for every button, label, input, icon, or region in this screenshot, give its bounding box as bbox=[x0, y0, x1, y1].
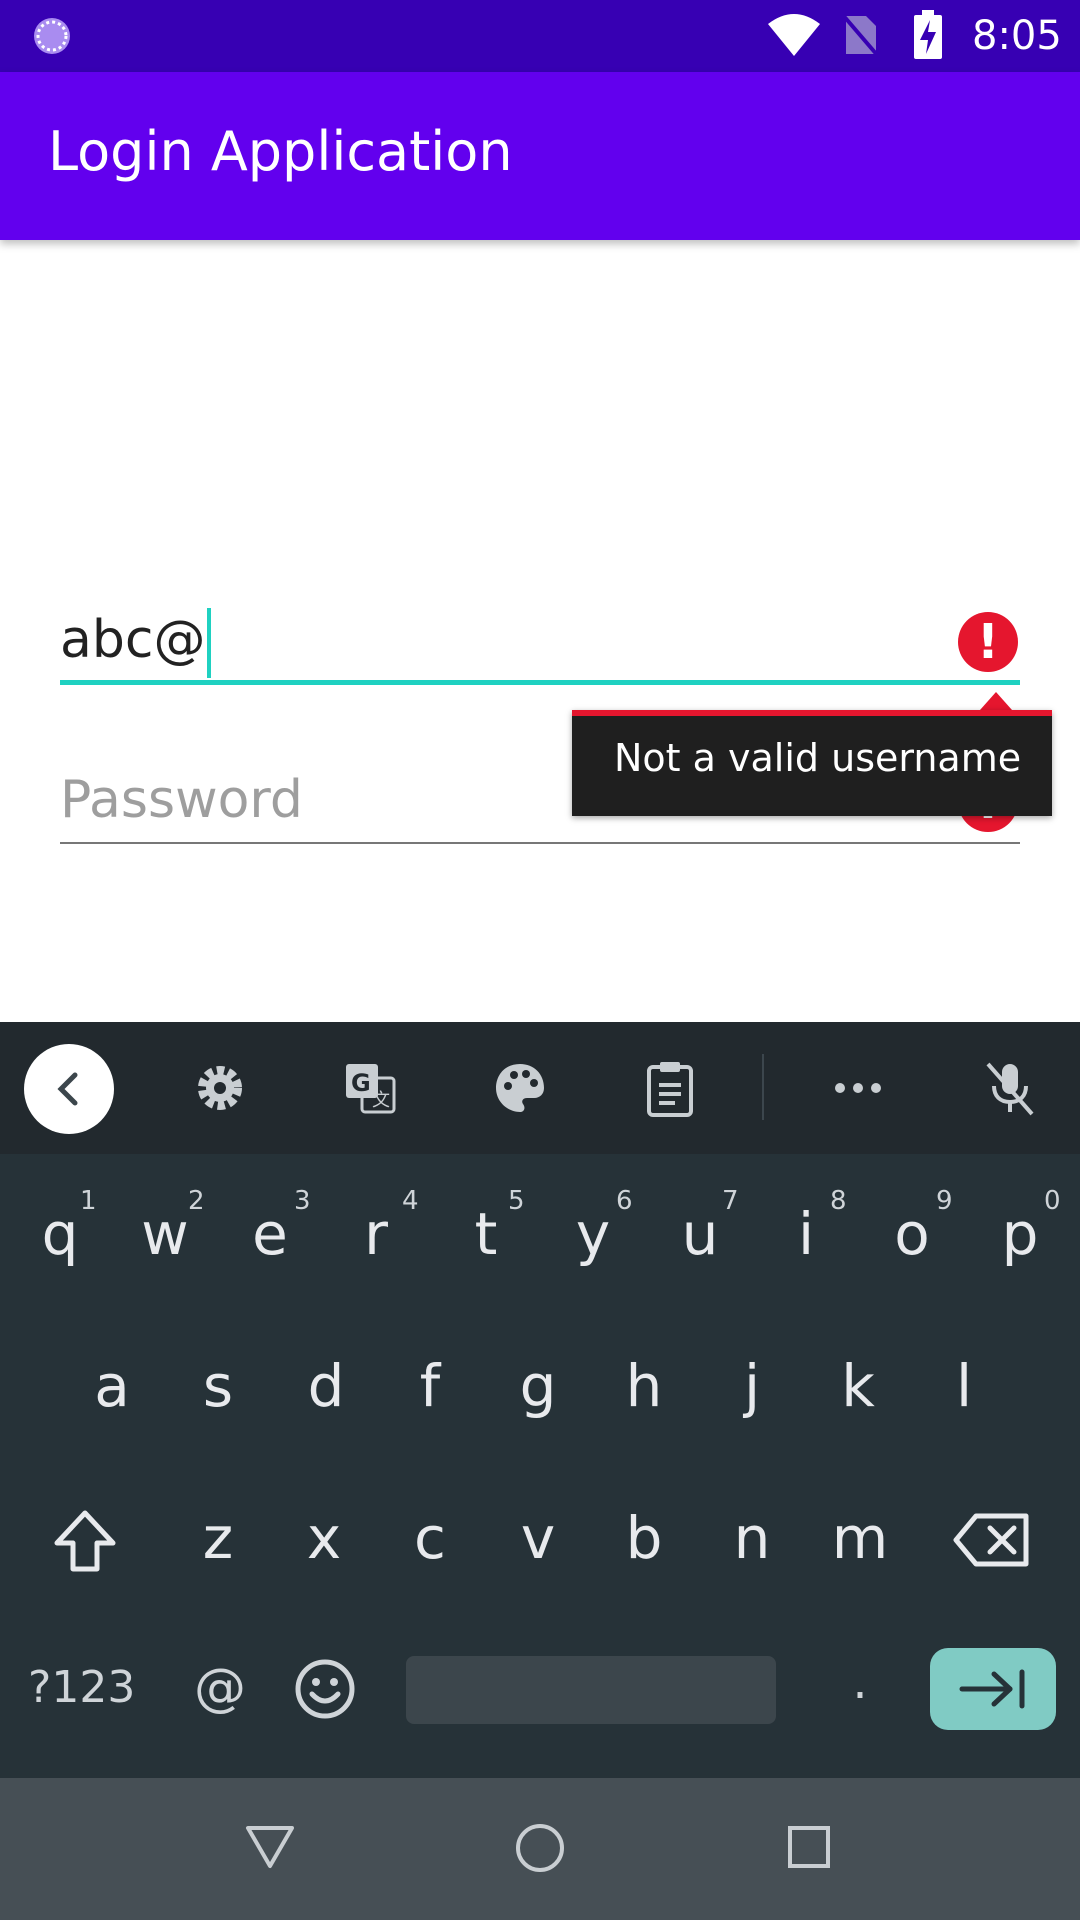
username-field[interactable]: abc@ bbox=[60, 600, 1020, 685]
key-v[interactable]: v bbox=[508, 1504, 568, 1572]
key-n[interactable]: n bbox=[722, 1504, 782, 1572]
settings-icon[interactable] bbox=[180, 1048, 260, 1128]
key-m[interactable]: m bbox=[830, 1504, 890, 1572]
key-d[interactable]: d bbox=[296, 1352, 356, 1420]
key-p-hint: 0 bbox=[1044, 1186, 1061, 1216]
status-bar: 8:05 bbox=[0, 0, 1080, 72]
keyboard-toolbar: G文 bbox=[0, 1022, 1080, 1154]
next-arrow-icon bbox=[959, 1669, 1025, 1709]
key-i[interactable]: i bbox=[776, 1200, 836, 1268]
key-e-hint: 3 bbox=[294, 1186, 311, 1216]
next-key[interactable] bbox=[930, 1648, 1056, 1730]
key-b[interactable]: b bbox=[614, 1504, 674, 1572]
key-o[interactable]: o bbox=[882, 1200, 942, 1268]
key-s[interactable]: s bbox=[188, 1352, 248, 1420]
period-key[interactable]: . bbox=[830, 1654, 890, 1710]
key-k[interactable]: k bbox=[828, 1352, 888, 1420]
key-h[interactable]: h bbox=[614, 1352, 674, 1420]
translate-icon[interactable]: G文 bbox=[330, 1048, 410, 1128]
key-c[interactable]: c bbox=[400, 1504, 460, 1572]
spacebar[interactable] bbox=[406, 1656, 776, 1724]
key-z[interactable]: z bbox=[188, 1504, 248, 1572]
svg-text:G: G bbox=[351, 1069, 371, 1097]
key-t-hint: 5 bbox=[508, 1186, 525, 1216]
emoji-icon[interactable] bbox=[294, 1658, 356, 1720]
back-icon[interactable] bbox=[24, 1044, 114, 1134]
symbols-key[interactable]: ?123 bbox=[28, 1662, 135, 1713]
key-p[interactable]: p bbox=[990, 1200, 1050, 1268]
app-bar: Login Application bbox=[0, 72, 1080, 240]
battery-charging-icon bbox=[914, 10, 942, 59]
shift-icon[interactable] bbox=[52, 1508, 118, 1574]
more-icon[interactable] bbox=[818, 1048, 898, 1128]
clipboard-icon[interactable] bbox=[630, 1048, 710, 1128]
page-title: Login Application bbox=[48, 120, 513, 183]
key-g[interactable]: g bbox=[508, 1352, 568, 1420]
back-triangle-icon[interactable] bbox=[244, 1824, 296, 1870]
username-value: abc@ bbox=[60, 610, 206, 670]
error-tooltip-text: Not a valid username bbox=[614, 736, 1022, 780]
palette-icon[interactable] bbox=[480, 1048, 560, 1128]
key-u[interactable]: u bbox=[670, 1200, 730, 1268]
svg-text:文: 文 bbox=[372, 1090, 390, 1111]
wifi-icon bbox=[768, 14, 820, 56]
at-key[interactable]: @ bbox=[190, 1658, 250, 1718]
recents-square-icon[interactable] bbox=[786, 1824, 832, 1870]
key-w[interactable]: w bbox=[135, 1200, 195, 1268]
key-y-hint: 6 bbox=[616, 1186, 633, 1216]
key-f[interactable]: f bbox=[400, 1352, 460, 1420]
key-x[interactable]: x bbox=[294, 1504, 354, 1572]
key-a[interactable]: a bbox=[82, 1352, 142, 1420]
key-i-hint: 8 bbox=[830, 1186, 847, 1216]
key-r-hint: 4 bbox=[402, 1186, 419, 1216]
username-error-icon: ! bbox=[958, 612, 1018, 672]
loading-icon bbox=[34, 18, 70, 54]
key-t[interactable]: t bbox=[456, 1200, 516, 1268]
key-e[interactable]: e bbox=[240, 1200, 300, 1268]
username-input-text[interactable]: abc@ bbox=[60, 608, 212, 678]
toolbar-divider bbox=[762, 1054, 764, 1120]
tooltip-arrow bbox=[980, 692, 1012, 710]
key-u-hint: 7 bbox=[722, 1186, 739, 1216]
password-placeholder: Password bbox=[60, 770, 303, 830]
key-o-hint: 9 bbox=[936, 1186, 953, 1216]
key-w-hint: 2 bbox=[188, 1186, 205, 1216]
text-cursor bbox=[207, 608, 212, 678]
key-q-hint: 1 bbox=[80, 1186, 97, 1216]
home-circle-icon[interactable] bbox=[514, 1822, 566, 1874]
key-j[interactable]: j bbox=[722, 1352, 782, 1420]
mic-off-icon[interactable] bbox=[970, 1048, 1050, 1128]
navigation-bar bbox=[0, 1778, 1080, 1920]
key-r[interactable]: r bbox=[346, 1200, 406, 1268]
clock: 8:05 bbox=[972, 13, 1062, 59]
no-sim-icon bbox=[840, 12, 880, 58]
error-tooltip: Not a valid username bbox=[572, 710, 1052, 816]
key-l[interactable]: l bbox=[934, 1352, 994, 1420]
key-y[interactable]: y bbox=[563, 1200, 623, 1268]
backspace-icon[interactable] bbox=[952, 1510, 1032, 1570]
